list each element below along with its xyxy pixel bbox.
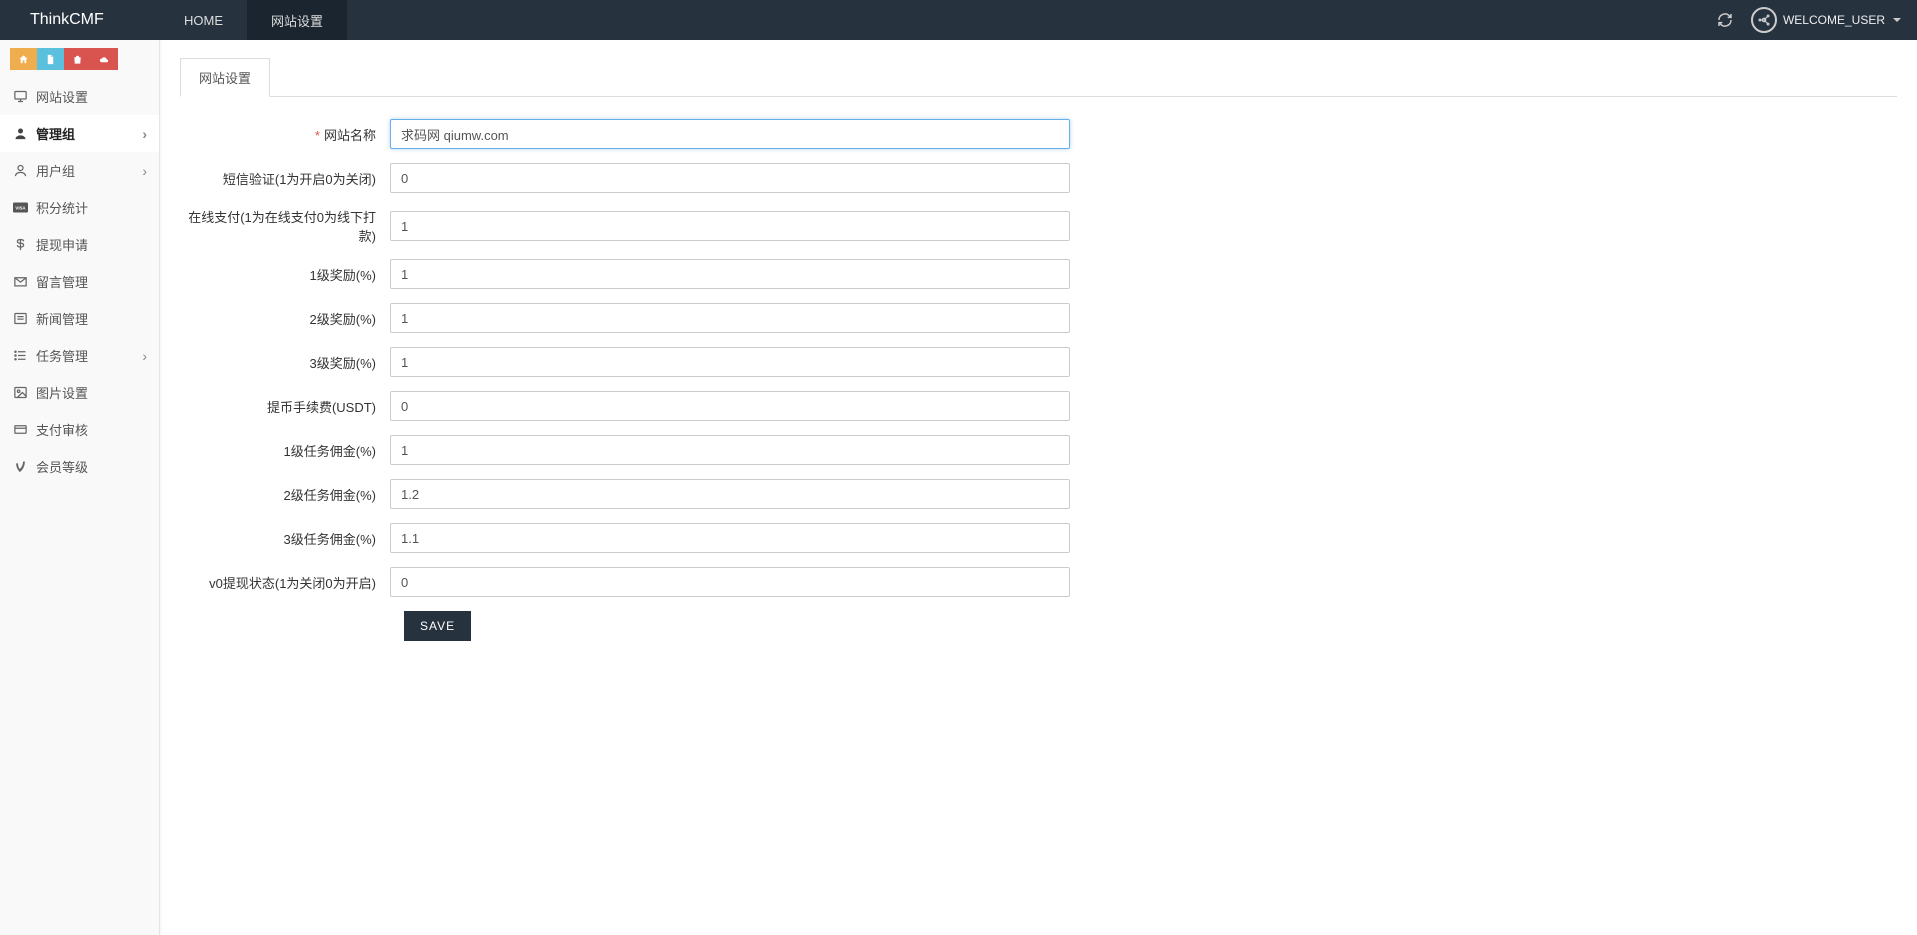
visa-icon: VISA <box>12 200 28 216</box>
sidebar-item-user-group[interactable]: 用户组 › <box>0 152 159 189</box>
sidebar-item-label: 网站设置 <box>36 87 88 106</box>
dollar-icon <box>12 237 28 253</box>
label-reward-l2: 2级奖励(%) <box>180 309 390 328</box>
form-row-reward-l2: 2级奖励(%) <box>180 303 1897 333</box>
card-icon <box>12 422 28 438</box>
input-online-pay[interactable] <box>390 211 1070 241</box>
input-site-name[interactable] <box>390 119 1070 149</box>
sidebar-item-label: 新闻管理 <box>36 309 88 328</box>
user-menu[interactable]: WELCOME_USER <box>1745 0 1917 40</box>
brand-logo[interactable]: ThinkCMF <box>0 0 160 40</box>
content-tab[interactable]: 网站设置 <box>180 58 270 97</box>
form-row-reward-l1: 1级奖励(%) <box>180 259 1897 289</box>
content-tab-bar: 网站设置 <box>180 58 1897 97</box>
label-online-pay: 在线支付(1为在线支付0为线下打款) <box>180 207 390 245</box>
nav-tab-1[interactable]: 网站设置 <box>247 0 347 40</box>
form-row-v0-withdraw: v0提现状态(1为关闭0为开启) <box>180 567 1897 597</box>
input-task-comm-l2[interactable] <box>390 479 1070 509</box>
sidebar-item-withdraw-apply[interactable]: 提现申请 <box>0 226 159 263</box>
news-icon <box>12 311 28 327</box>
chevron-right-icon: › <box>142 348 147 364</box>
top-navbar: ThinkCMF HOME网站设置 WELCOME_USER <box>0 0 1917 40</box>
refresh-icon[interactable] <box>1705 0 1745 40</box>
sidebar-item-label: 支付审核 <box>36 420 88 439</box>
cloud-icon[interactable] <box>91 48 118 70</box>
form-row-reward-l3: 3级奖励(%) <box>180 347 1897 377</box>
label-withdraw-fee: 提币手续费(USDT) <box>180 397 390 416</box>
sidebar-item-label: 图片设置 <box>36 383 88 402</box>
label-task-comm-l2: 2级任务佣金(%) <box>180 485 390 504</box>
svg-text:VISA: VISA <box>15 205 26 210</box>
quicklinks-bar <box>0 40 159 78</box>
label-task-comm-l3: 3级任务佣金(%) <box>180 529 390 548</box>
sidebar-item-label: 会员等级 <box>36 457 88 476</box>
sidebar-item-member-level[interactable]: 会员等级 <box>0 448 159 485</box>
input-task-comm-l3[interactable] <box>390 523 1070 553</box>
sidebar-item-message-mgmt[interactable]: 留言管理 <box>0 263 159 300</box>
form-row-task-comm-l3: 3级任务佣金(%) <box>180 523 1897 553</box>
vine-icon <box>12 459 28 475</box>
home-icon[interactable] <box>10 48 37 70</box>
form-row-task-comm-l1: 1级任务佣金(%) <box>180 435 1897 465</box>
label-task-comm-l1: 1级任务佣金(%) <box>180 441 390 460</box>
content-panel: 网站设置 网站名称短信验证(1为开启0为关闭) 在线支付(1为在线支付0为线下打款… <box>160 40 1917 935</box>
input-reward-l1[interactable] <box>390 259 1070 289</box>
file-icon[interactable] <box>37 48 64 70</box>
sidebar-item-label: 提现申请 <box>36 235 88 254</box>
chevron-right-icon: › <box>142 163 147 179</box>
settings-form: 网站名称短信验证(1为开启0为关闭) 在线支付(1为在线支付0为线下打款) 1级奖励… <box>180 119 1897 597</box>
form-row-sms-verify: 短信验证(1为开启0为关闭) <box>180 163 1897 193</box>
input-sms-verify[interactable] <box>390 163 1070 193</box>
sidebar-item-points-stats[interactable]: VISA 积分统计 <box>0 189 159 226</box>
form-row-withdraw-fee: 提币手续费(USDT) <box>180 391 1897 421</box>
input-task-comm-l1[interactable] <box>390 435 1070 465</box>
sidebar-item-admin-group[interactable]: 管理组 › <box>0 115 159 152</box>
sidebar-item-payment-review[interactable]: 支付审核 <box>0 411 159 448</box>
label-site-name: 网站名称 <box>180 125 390 144</box>
sidebar-item-news-mgmt[interactable]: 新闻管理 <box>0 300 159 337</box>
list-icon <box>12 348 28 364</box>
sidebar-item-label: 留言管理 <box>36 272 88 291</box>
chevron-down-icon <box>1893 18 1901 22</box>
input-v0-withdraw[interactable] <box>390 567 1070 597</box>
sidebar-item-image-settings[interactable]: 图片设置 <box>0 374 159 411</box>
sidebar-item-label: 积分统计 <box>36 198 88 217</box>
user-label: WELCOME_USER <box>1783 13 1885 27</box>
user-outline-icon <box>12 163 28 179</box>
sidebar-item-site-settings[interactable]: 网站设置 <box>0 78 159 115</box>
label-v0-withdraw: v0提现状态(1为关闭0为开启) <box>180 573 390 592</box>
user-solid-icon <box>12 126 28 142</box>
sidebar-item-label: 任务管理 <box>36 346 88 365</box>
side-menu: 网站设置管理组 › 用户组 › VISA 积分统计提现申请留言管理新闻管理任务管理 › 图片设… <box>0 78 159 485</box>
sidebar-item-task-mgmt[interactable]: 任务管理 › <box>0 337 159 374</box>
label-sms-verify: 短信验证(1为开启0为关闭) <box>180 169 390 188</box>
nav-tab-0[interactable]: HOME <box>160 0 247 40</box>
navbar-spacer <box>347 0 1705 40</box>
mail-icon <box>12 274 28 290</box>
input-reward-l2[interactable] <box>390 303 1070 333</box>
input-withdraw-fee[interactable] <box>390 391 1070 421</box>
image-icon <box>12 385 28 401</box>
save-button[interactable]: SAVE <box>404 611 471 641</box>
form-row-online-pay: 在线支付(1为在线支付0为线下打款) <box>180 207 1897 245</box>
label-reward-l3: 3级奖励(%) <box>180 353 390 372</box>
form-row-task-comm-l2: 2级任务佣金(%) <box>180 479 1897 509</box>
trash-icon[interactable] <box>64 48 91 70</box>
sidebar: 网站设置管理组 › 用户组 › VISA 积分统计提现申请留言管理新闻管理任务管理 › 图片设… <box>0 40 160 935</box>
sidebar-item-label: 管理组 <box>36 124 75 143</box>
chevron-right-icon: › <box>142 126 147 142</box>
sidebar-item-label: 用户组 <box>36 161 75 180</box>
monitor-icon <box>12 89 28 105</box>
user-avatar-icon <box>1751 7 1777 33</box>
label-reward-l1: 1级奖励(%) <box>180 265 390 284</box>
input-reward-l3[interactable] <box>390 347 1070 377</box>
form-row-site-name: 网站名称 <box>180 119 1897 149</box>
